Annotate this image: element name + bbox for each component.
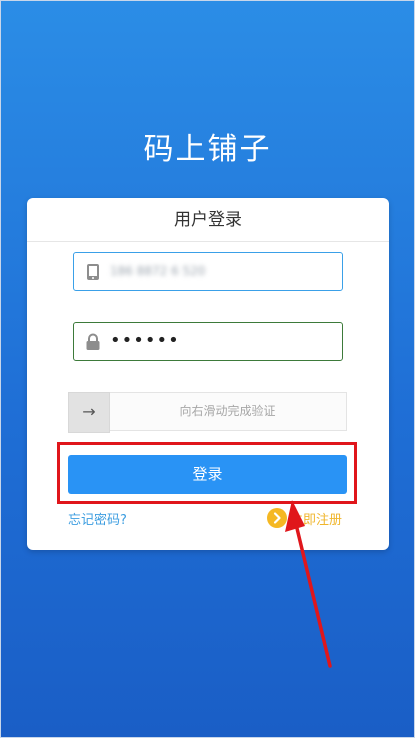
register-link[interactable]: 立即注册 bbox=[267, 507, 342, 529]
phone-icon bbox=[87, 264, 99, 280]
slide-verification: → 向右滑动完成验证 bbox=[68, 392, 347, 433]
password-input[interactable]: •••••• bbox=[73, 322, 343, 361]
forgot-password-link[interactable]: 忘记密码? bbox=[68, 509, 127, 528]
slider-hint-text: 向右滑动完成验证 bbox=[179, 404, 276, 418]
lock-icon bbox=[86, 333, 100, 350]
login-button[interactable]: 登录 bbox=[68, 455, 347, 494]
phone-value: 186 8872 6 520 bbox=[110, 264, 206, 278]
phone-input[interactable]: 186 8872 6 520 bbox=[73, 252, 343, 291]
login-card-header: 用户登录 bbox=[27, 198, 389, 242]
login-card: 用户登录 186 8872 6 520 •••••• → 向右滑动完成验证 登录… bbox=[27, 198, 389, 550]
chevron-right-circle-icon bbox=[267, 508, 287, 528]
register-label: 立即注册 bbox=[290, 512, 343, 528]
password-value: •••••• bbox=[110, 330, 180, 351]
slider-handle[interactable]: → bbox=[68, 392, 110, 433]
app-title: 码上铺子 bbox=[143, 132, 272, 167]
